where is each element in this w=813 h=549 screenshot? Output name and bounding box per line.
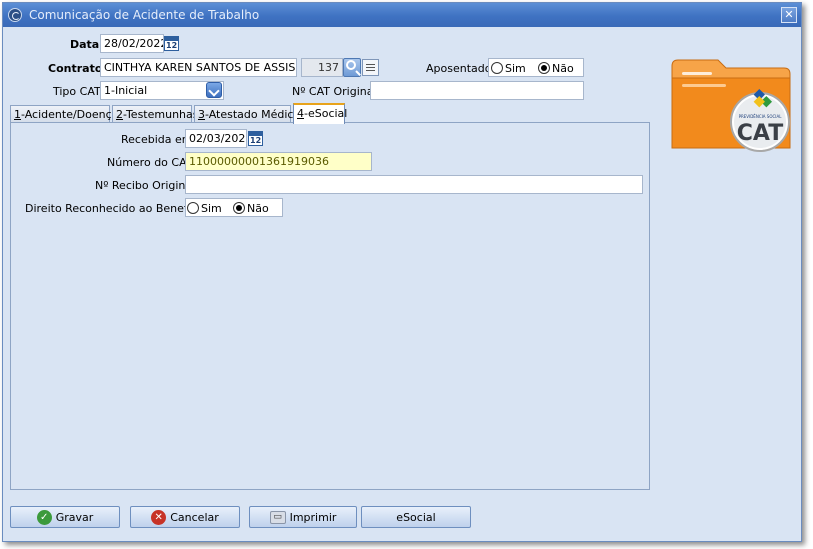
aposentado-nao-label: Não	[552, 61, 574, 75]
direito-radio-group: Sim Não	[185, 198, 283, 217]
calendar-icon[interactable]: 12	[164, 36, 179, 51]
aposentado-sim-label: Sim	[505, 61, 526, 75]
radio-circle[interactable]	[187, 202, 199, 214]
numero-cat-label: Número do CAT	[107, 156, 193, 169]
tipo-cat-label: Tipo CAT	[53, 85, 101, 98]
tab-testemunhas[interactable]: 2-Testemunhas	[112, 105, 199, 123]
tab-label: -eSocial	[304, 107, 348, 120]
aposentado-label: Aposentado	[426, 62, 492, 75]
tab-label: -Testemunhas	[123, 108, 199, 121]
imprimir-label: Imprimir	[289, 510, 337, 524]
calendar-day: 12	[250, 136, 262, 145]
contrato-code-field: 137	[301, 58, 343, 77]
logo-small-text: PREVIDÊNCIA SOCIAL	[739, 114, 783, 119]
close-button[interactable]: ✕	[781, 7, 797, 23]
cat-window: Comunicação de Acidente de Trabalho ✕ Da…	[2, 2, 802, 542]
direito-label: Direito Reconhecido ao Benefício	[25, 202, 207, 215]
chevron-down-icon[interactable]	[206, 82, 222, 98]
tab-hotkey: 1	[14, 108, 21, 121]
card-icon[interactable]	[362, 59, 379, 76]
tab-hotkey: 4	[297, 107, 304, 120]
direito-nao-radio[interactable]: Não	[233, 201, 269, 215]
logo-cat-text: CAT	[737, 121, 783, 146]
search-button[interactable]	[343, 58, 361, 77]
recebida-field[interactable]: 02/03/2022	[185, 129, 247, 148]
recibo-original-label: Nº Recibo Original	[95, 179, 196, 192]
direito-sim-radio[interactable]: Sim	[187, 201, 222, 215]
app-swirl-icon	[8, 8, 22, 22]
check-icon: ✓	[36, 509, 52, 525]
cat-original-label: Nº CAT Original	[292, 85, 377, 98]
contrato-field[interactable]: CINTHYA KAREN SANTOS DE ASSIS	[100, 58, 297, 77]
contrato-label: Contrato	[48, 62, 103, 75]
cancel-icon: ✕	[151, 509, 167, 525]
esocial-panel: Recebida em 02/03/2022 12 Número do CAT …	[10, 122, 650, 490]
tab-esocial[interactable]: 4-eSocial	[293, 103, 348, 124]
tab-hotkey: 3	[198, 108, 205, 121]
tab-acidente-doenca[interactable]: 1-Acidente/Doença	[10, 105, 118, 123]
direito-nao-label: Não	[247, 201, 269, 215]
cancelar-button[interactable]: ✕ Cancelar	[130, 506, 240, 528]
cancelar-label: Cancelar	[170, 510, 219, 524]
aposentado-sim-radio[interactable]: Sim	[491, 61, 526, 75]
data-label: Data	[70, 38, 100, 51]
cat-original-field[interactable]	[370, 81, 584, 100]
radio-circle-selected[interactable]	[538, 62, 550, 74]
numero-cat-field[interactable]: 11000000001361919036	[185, 152, 372, 171]
radio-circle[interactable]	[491, 62, 503, 74]
tab-hotkey: 2	[116, 108, 123, 121]
cat-folder-logo: PREVIDÊNCIA SOCIAL CAT	[671, 59, 791, 152]
tab-atestado-medico[interactable]: 3-Atestado Médico	[194, 105, 300, 123]
aposentado-nao-radio[interactable]: Não	[538, 61, 574, 75]
recibo-original-field[interactable]	[185, 175, 643, 194]
titlebar[interactable]: Comunicação de Acidente de Trabalho ✕	[3, 3, 801, 27]
calendar-day: 12	[166, 41, 178, 50]
direito-sim-label: Sim	[201, 201, 222, 215]
search-icon	[346, 60, 356, 70]
recebida-label: Recebida em	[121, 133, 193, 146]
printer-icon: ▭	[269, 510, 286, 524]
gravar-button[interactable]: ✓ Gravar	[10, 506, 120, 528]
aposentado-radio-group: Sim Não	[488, 58, 584, 77]
data-field[interactable]: 28/02/2022	[100, 34, 164, 53]
radio-circle-selected[interactable]	[233, 202, 245, 214]
calendar-icon[interactable]: 12	[248, 131, 263, 146]
tab-label: -Acidente/Doença	[21, 108, 119, 121]
window-title: Comunicação de Acidente de Trabalho	[29, 8, 260, 22]
imprimir-button[interactable]: ▭ Imprimir	[249, 506, 357, 528]
gravar-label: Gravar	[55, 510, 94, 524]
esocial-label: eSocial	[396, 510, 436, 524]
esocial-button[interactable]: eSocial	[361, 506, 471, 528]
tab-label: -Atestado Médico	[205, 108, 301, 121]
